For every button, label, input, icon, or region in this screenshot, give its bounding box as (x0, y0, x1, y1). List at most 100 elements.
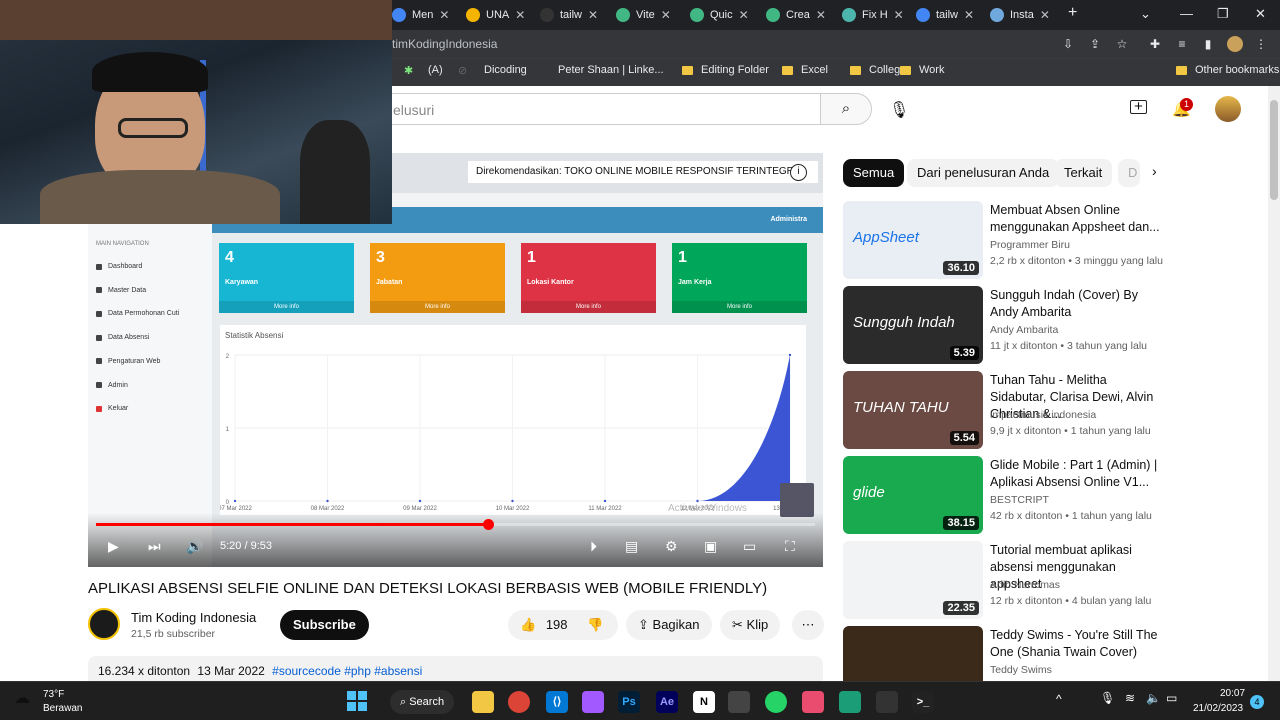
speaker-icon[interactable]: 🔈 (1146, 691, 1161, 705)
ai-icon[interactable]: (A) (428, 64, 443, 76)
bookmark-item[interactable]: Work (900, 64, 944, 76)
play-icon[interactable]: ▶ (108, 538, 119, 555)
info-icon[interactable]: i (790, 164, 807, 181)
windows-start-icon[interactable] (347, 691, 367, 711)
bookmark-item[interactable]: Other bookmarks (1176, 64, 1279, 76)
menu-icon[interactable]: ⋮ (1253, 36, 1269, 52)
search-input[interactable]: elusuri (380, 93, 820, 125)
chip-search[interactable]: Dari penelusuran Anda (907, 159, 1060, 187)
fullscreen-icon[interactable]: ⛶ (785, 538, 795, 555)
tab-close-icon[interactable]: ✕ (588, 8, 598, 22)
extensions-icon[interactable]: ✚ (1147, 36, 1163, 52)
recommendation-item[interactable]: Sungguh Indah 5.39 Sungguh Indah (Cover) B… (843, 286, 1263, 366)
mic-tray-icon[interactable]: 🎙 (1100, 691, 1115, 705)
notification-count[interactable]: 4 (1250, 695, 1264, 709)
mic-icon[interactable]: 🎙 (889, 100, 909, 120)
video-thumbnail[interactable]: glide 38.15 (843, 456, 983, 534)
bookmark-item[interactable]: Dicoding (484, 64, 527, 76)
link-icon[interactable]: ⊘ (458, 64, 467, 77)
rec-title[interactable]: Teddy Swims - You're Still The One (Shan… (990, 627, 1165, 661)
more-info-link[interactable]: More info (521, 301, 656, 313)
subtitles-icon[interactable]: ▤ (625, 538, 638, 555)
thumbs-down-icon[interactable]: 👎 (587, 617, 603, 632)
clip-button[interactable]: ✂ Klip (720, 610, 781, 640)
rec-channel[interactable]: impactmusik indonesia (990, 409, 1096, 421)
subscribe-button[interactable]: Subscribe (280, 610, 369, 640)
hashtags[interactable]: #sourcecode #php #absensi (272, 664, 422, 678)
chrome-icon[interactable] (508, 691, 530, 713)
terminal-icon[interactable]: >_ (912, 691, 934, 713)
bookmark-item[interactable]: Editing Folder (682, 64, 769, 76)
video-thumbnail[interactable]: AppSheet 36.10 (843, 201, 983, 279)
rec-channel[interactable]: BESTCRIPT (990, 494, 1049, 506)
vscode-icon[interactable]: ⟨⟩ (546, 691, 568, 713)
browser-tab[interactable]: UNA ✕ (466, 4, 538, 26)
browser-tab[interactable]: Fix H ✕ (842, 4, 914, 26)
new-tab-icon[interactable]: + (1068, 4, 1077, 22)
tab-close-icon[interactable]: ✕ (439, 8, 449, 22)
tray-chevron-icon[interactable]: ^ (1056, 692, 1062, 706)
temperature[interactable]: 73°F (43, 689, 64, 700)
bookmark-item[interactable]: College (850, 64, 906, 76)
notes-icon[interactable] (839, 691, 861, 713)
rec-channel[interactable]: Teddy Swims (990, 664, 1052, 676)
tab-close-icon[interactable]: ✕ (515, 8, 525, 22)
chip-more[interactable]: D (1118, 159, 1140, 187)
obs-icon[interactable] (876, 691, 898, 713)
thumbs-up-icon[interactable]: 👍 (520, 617, 536, 632)
video-thumbnail[interactable]: Sungguh Indah 5.39 (843, 286, 983, 364)
tab-close-icon[interactable]: ✕ (739, 8, 749, 22)
inner-menu-item[interactable]: Data Absensi (96, 334, 149, 341)
bookmark-item[interactable]: Excel (782, 64, 828, 76)
channel-name[interactable]: Tim Koding Indonesia (131, 610, 256, 625)
sidepanel-icon[interactable]: ▮ (1200, 36, 1216, 52)
recommendation-item[interactable]: glide 38.15 Glide Mobile : Part 1 (Admin) … (843, 456, 1263, 536)
tab-close-icon[interactable]: ✕ (894, 8, 904, 22)
inner-menu-item[interactable]: Master Data (96, 287, 146, 294)
search-button[interactable]: ⌕ (820, 93, 872, 125)
share-button[interactable]: ⇪ Bagikan (626, 610, 712, 640)
recommendation-item[interactable]: AppSheet 36.10 Membuat Absen Online menggu… (843, 201, 1263, 281)
theater-icon[interactable]: ▭ (743, 538, 756, 555)
chevron-right-icon[interactable]: › (1152, 163, 1157, 179)
inner-menu-item[interactable]: Pengaturan Web (96, 358, 160, 365)
recommended-card[interactable]: Direkomendasikan: TOKO ONLINE MOBILE RES… (468, 161, 818, 183)
browser-tab[interactable]: Crea ✕ (766, 4, 838, 26)
maximize-icon[interactable]: ❐ (1217, 6, 1229, 22)
more-info-link[interactable]: More info (672, 301, 807, 313)
video-thumbnail[interactable]: 22.35 (843, 541, 983, 619)
more-actions-button[interactable]: ⋯ (792, 610, 824, 640)
taskbar-search[interactable]: ⌕ Search (390, 690, 455, 714)
inner-menu-item[interactable]: Admin (96, 382, 128, 389)
chip-semua[interactable]: Semua (843, 159, 905, 187)
next-icon[interactable]: ⏭ (148, 538, 161, 555)
photoshop-icon[interactable]: Ps (618, 691, 640, 713)
tab-close-icon[interactable]: ✕ (816, 8, 826, 22)
clock-time[interactable]: 20:07 (1220, 688, 1245, 699)
bookmark-star-icon[interactable]: ☆ (1114, 36, 1130, 52)
avatar[interactable] (1215, 96, 1241, 122)
rec-title[interactable]: Glide Mobile : Part 1 (Admin) | Aplikasi… (990, 457, 1165, 491)
weather-icon[interactable]: ☁ (14, 688, 30, 708)
channel-avatar[interactable] (88, 608, 120, 640)
inner-menu-item[interactable]: Data Permohonan Cuti (96, 310, 179, 317)
tab-close-icon[interactable]: ✕ (964, 8, 974, 22)
recommendation-item[interactable]: 22.35 Tutorial membuat aplikasi absensi m… (843, 541, 1263, 621)
install-icon[interactable]: ⇩ (1060, 36, 1076, 52)
battery-icon[interactable]: ▭ (1166, 691, 1177, 705)
url-text[interactable]: timKodingIndonesia (392, 37, 497, 51)
file-explorer-icon[interactable] (472, 691, 494, 713)
recommendation-item[interactable]: TUHAN TAHU 5.54 Tuhan Tahu - Melitha Sidab… (843, 371, 1263, 451)
after-effects-icon[interactable]: Ae (656, 691, 678, 713)
scrollbar-thumb[interactable] (1270, 100, 1278, 200)
app-icon[interactable] (802, 691, 824, 713)
close-window-icon[interactable]: ✕ (1255, 6, 1266, 22)
volume-icon[interactable]: 🔊 (186, 538, 203, 555)
bookmark-item[interactable]: Peter Shaan | Linke... (558, 64, 664, 76)
progress-scrubber[interactable] (482, 519, 494, 530)
clock-date[interactable]: 21/02/2023 (1193, 703, 1243, 714)
chip-related[interactable]: Terkait (1054, 159, 1113, 187)
rec-channel[interactable]: Adib Nurromas (990, 579, 1060, 591)
browser-tab[interactable]: tailw ✕ (916, 4, 988, 26)
tab-search-icon[interactable]: ⌄ (1140, 6, 1151, 22)
